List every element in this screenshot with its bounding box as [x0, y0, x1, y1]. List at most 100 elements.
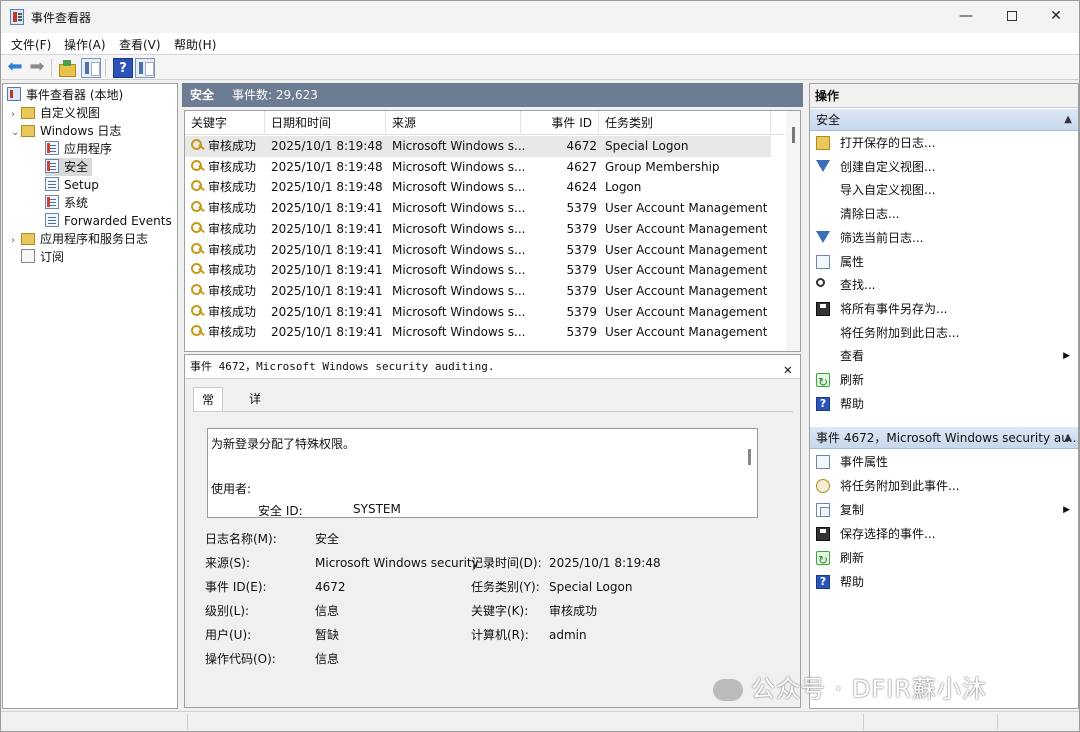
event-list-scrollbar[interactable] — [786, 111, 800, 351]
action-import-custom-view[interactable]: 导入自定义视图... — [810, 179, 1078, 201]
detail-body: 为新登录分配了特殊权限。 使用者: 安全 ID: SYSTEM 日志名称(M):… — [193, 411, 793, 701]
log-header: 安全 事件数: 29,623 — [182, 83, 803, 107]
column-event-id[interactable]: 事件 ID — [521, 111, 599, 135]
event-description-box[interactable]: 为新登录分配了特殊权限。 使用者: 安全 ID: SYSTEM — [207, 428, 758, 518]
menu-action[interactable]: 操作(A) — [64, 36, 106, 53]
collapse-up-icon[interactable]: ▲ — [1064, 109, 1072, 130]
center-pane: 安全 事件数: 29,623 关键字 日期和时间 来源 事件 ID 任务类别 审… — [182, 83, 803, 709]
tab-details[interactable]: 详细信息 — [241, 387, 269, 478]
tree-item-system[interactable]: 系统 — [45, 194, 88, 212]
event-action-refresh[interactable]: 刷新 — [810, 547, 1078, 571]
show-hide-tree-icon[interactable] — [81, 58, 101, 78]
event-action-copy[interactable]: 复制 ▶ — [810, 499, 1078, 521]
description-scrollbar[interactable] — [748, 449, 751, 465]
action-help[interactable]: ? 帮助 — [810, 393, 1078, 415]
event-id-cell: 5379 — [566, 325, 597, 340]
action-filter-current-log[interactable]: 筛选当前日志... — [810, 227, 1078, 249]
computer-value: admin — [549, 628, 587, 642]
forward-arrow-icon[interactable]: ➡ — [27, 58, 47, 78]
actions-section-event[interactable]: 事件 4672，Microsoft Windows security au...… — [810, 427, 1078, 449]
event-action-save-selected-events[interactable]: 保存选择的事件... — [810, 523, 1078, 545]
action-refresh[interactable]: 刷新 — [810, 369, 1078, 393]
properties-icon — [816, 254, 830, 269]
tree-item-security[interactable]: 安全 — [45, 158, 93, 176]
event-action-event-properties[interactable]: 事件属性 — [810, 451, 1078, 473]
properties-icon — [816, 455, 830, 469]
maximize-button[interactable] — [989, 1, 1035, 33]
column-keyword[interactable]: 关键字 — [185, 111, 265, 135]
action-open-saved-log[interactable]: 打开保存的日志... — [810, 132, 1078, 154]
table-row[interactable]: 审核成功 2025/10/1 8:19:41 Microsoft Windows s… — [185, 219, 771, 240]
column-task-category[interactable]: 任务类别 — [599, 111, 771, 135]
refresh-icon — [816, 371, 830, 393]
tree-item-forwarded-events[interactable]: Forwarded Events — [45, 212, 172, 230]
event-action-help[interactable]: ? 帮助 — [810, 571, 1078, 593]
menu-help[interactable]: 帮助(H) — [174, 36, 216, 53]
action-attach-task-to-log[interactable]: 将任务附加到此日志... — [810, 322, 1078, 344]
tab-general[interactable]: 常规 — [193, 387, 224, 431]
event-viewer-window: 事件查看器 — ✕ 文件(F) 操作(A) 查看(V) 帮助(H) ⬅ ➡ ? … — [0, 0, 1080, 732]
close-detail-icon[interactable]: ✕ — [784, 358, 792, 382]
minimize-button[interactable]: — — [943, 1, 989, 33]
wechat-logo-icon — [713, 679, 743, 701]
table-row[interactable]: 审核成功 2025/10/1 8:19:41 Microsoft Windows s… — [185, 281, 771, 302]
help-icon[interactable]: ? — [113, 58, 133, 78]
submenu-arrow-icon: ▶ — [1063, 505, 1070, 515]
tree-item-event-viewer-local[interactable]: 事件查看器 (本地) — [7, 86, 123, 104]
menu-view[interactable]: 查看(V) — [119, 36, 161, 53]
source-cell: Microsoft Windows s... — [392, 221, 526, 236]
tree-item-windows-logs[interactable]: ⌄ Windows 日志 — [11, 122, 121, 140]
scroll-thumb[interactable] — [792, 127, 795, 143]
table-row[interactable]: 审核成功 2025/10/1 8:19:41 Microsoft Windows s… — [185, 240, 771, 261]
show-hide-action-pane-icon[interactable] — [135, 58, 155, 78]
action-clear-log[interactable]: 清除日志... — [810, 203, 1078, 225]
category-cell: User Account Management — [605, 325, 768, 340]
category-cell: Logon — [605, 180, 642, 195]
action-save-all-events-as[interactable]: 将所有事件另存为... — [810, 298, 1078, 320]
actions-section-security[interactable]: 安全 ▲ — [810, 109, 1078, 131]
menu-file[interactable]: 文件(F) — [11, 36, 51, 53]
filter-icon — [816, 230, 830, 245]
table-row[interactable]: 审核成功 2025/10/1 8:19:48 Microsoft Windows s… — [185, 157, 771, 178]
tree-item-app-service-logs[interactable]: › 应用程序和服务日志 — [11, 230, 148, 248]
back-arrow-icon[interactable]: ⬅ — [5, 58, 25, 78]
action-properties[interactable]: 属性 — [810, 251, 1078, 273]
tree-item-subscriptions[interactable]: 订阅 — [21, 248, 64, 266]
event-id-cell: 4672 — [566, 139, 597, 153]
collapse-up-icon[interactable]: ▲ — [1064, 427, 1072, 448]
folder-icon — [21, 125, 35, 137]
logged-label: 记录时间(D): — [471, 556, 542, 570]
close-window-button[interactable]: ✕ — [1033, 1, 1079, 33]
datetime-cell: 2025/10/1 8:19:48 — [271, 180, 383, 195]
table-row[interactable]: 审核成功 2025/10/1 8:19:41 Microsoft Windows s… — [185, 322, 771, 343]
tree-item-custom-views[interactable]: › 自定义视图 — [11, 104, 100, 122]
audit-key-icon — [191, 263, 205, 275]
table-row[interactable]: 审核成功 2025/10/1 8:19:41 Microsoft Windows s… — [185, 198, 771, 219]
event-id-cell: 4627 — [566, 159, 597, 174]
action-view[interactable]: 查看 ▶ — [810, 345, 1078, 367]
collapse-chevron-icon[interactable]: ⌄ — [11, 124, 21, 142]
keyword-cell: 审核成功 — [191, 177, 256, 198]
datetime-cell: 2025/10/1 8:19:41 — [271, 201, 383, 216]
column-source[interactable]: 来源 — [386, 111, 521, 135]
action-create-custom-view[interactable]: 创建自定义视图... — [810, 156, 1078, 178]
category-cell: Special Logon — [605, 139, 689, 153]
event-action-attach-task-to-event[interactable]: 将任务附加到此事件... — [810, 475, 1078, 497]
table-row[interactable]: 审核成功 2025/10/1 8:19:48 Microsoft Windows s… — [185, 177, 771, 198]
up-folder-icon[interactable] — [57, 58, 77, 78]
column-datetime[interactable]: 日期和时间 — [265, 111, 386, 135]
table-row[interactable]: 审核成功 2025/10/1 8:19:41 Microsoft Windows s… — [185, 260, 771, 281]
expand-chevron-icon[interactable]: › — [11, 232, 21, 250]
audit-key-icon — [191, 139, 205, 151]
tree-item-application[interactable]: 应用程序 — [45, 140, 112, 158]
tree-item-setup[interactable]: Setup — [45, 176, 99, 194]
audit-key-icon — [191, 304, 205, 317]
task-category-value: Special Logon — [549, 580, 633, 594]
action-find[interactable]: 查找... — [810, 274, 1078, 296]
keywords-label: 关键字(K): — [471, 604, 529, 618]
toolbar-separator — [51, 59, 52, 77]
table-row[interactable]: 审核成功 2025/10/1 8:19:41 Microsoft Windows s… — [185, 302, 771, 323]
help-icon: ? — [816, 575, 830, 589]
source-cell: Microsoft Windows s... — [392, 139, 526, 153]
table-row[interactable]: 审核成功 2025/10/1 8:19:48 Microsoft Windows s… — [185, 136, 771, 157]
